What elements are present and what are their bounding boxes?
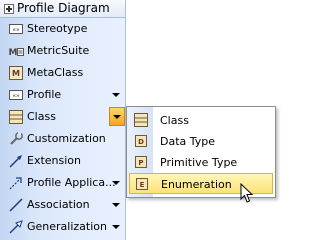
palette-item-stereotype[interactable]: «» Stereotype [0, 18, 125, 40]
class-icon [134, 113, 148, 127]
class-dropdown-button[interactable] [109, 107, 125, 126]
svg-text:P: P [138, 159, 143, 167]
palette-item-profile[interactable]: «» Profile [0, 84, 125, 106]
svg-text:«»: «» [12, 93, 20, 100]
association-icon [9, 198, 23, 212]
menu-item-primitive-type[interactable]: P Primitive Type [129, 152, 273, 173]
palette-item-label: Extension [27, 154, 82, 167]
palette-item-label: Association [27, 198, 90, 211]
palette-item-generalization[interactable]: Generalization [0, 216, 125, 238]
menu-item-class[interactable]: Class [129, 110, 273, 131]
svg-text:E: E [140, 181, 145, 189]
class-icon [9, 110, 23, 124]
menu-item-label: Primitive Type [160, 156, 238, 169]
palette-item-label: Profile Applica... [27, 176, 116, 189]
palette-item-label: Class [27, 110, 56, 123]
profile-application-icon [9, 177, 22, 190]
metaclass-icon: M [9, 66, 23, 80]
menu-item-label: Data Type [160, 135, 216, 148]
palette-title: Profile Diagram [17, 1, 110, 15]
primitive-type-icon: P [135, 156, 147, 168]
palette-panel: Profile Diagram «» Stereotype M MetricSu… [0, 0, 126, 240]
enumeration-icon: E [136, 178, 148, 190]
chevron-down-icon[interactable] [112, 225, 120, 229]
chevron-down-icon[interactable] [112, 181, 120, 185]
svg-text:D: D [138, 138, 144, 146]
expand-icon[interactable] [4, 4, 14, 14]
svg-text:M: M [12, 69, 20, 78]
menu-item-data-type[interactable]: D Data Type [129, 131, 273, 152]
palette-item-association[interactable]: Association [0, 194, 125, 216]
menu-item-label: Class [160, 114, 189, 127]
palette-item-class[interactable]: Class [0, 106, 125, 128]
profile-icon: «» [9, 90, 23, 100]
palette-item-profile-application[interactable]: Profile Applica... [0, 172, 125, 194]
palette-item-metaclass[interactable]: M MetaClass [0, 62, 125, 84]
metric-suite-icon: M [9, 48, 24, 58]
palette-item-label: Generalization [27, 220, 107, 233]
palette-item-metricsuite[interactable]: M MetricSuite [0, 40, 125, 62]
menu-item-label: Enumeration [161, 178, 232, 191]
palette-item-label: Stereotype [27, 22, 88, 35]
chevron-down-icon[interactable] [112, 203, 120, 207]
chevron-down-icon[interactable] [112, 93, 120, 97]
palette-item-extension[interactable]: Extension [0, 150, 125, 172]
palette-item-label: MetaClass [27, 66, 84, 79]
generalization-icon [9, 220, 23, 234]
extension-icon [9, 155, 22, 168]
svg-text:«»: «» [12, 27, 20, 34]
svg-text:M: M [9, 48, 18, 58]
palette-item-label: Customization [27, 132, 106, 145]
palette-header[interactable]: Profile Diagram [0, 0, 125, 18]
mouse-cursor-icon [240, 183, 254, 203]
palette-item-customization[interactable]: Customization [0, 128, 125, 150]
palette-item-label: Profile [27, 88, 62, 101]
customization-icon [10, 132, 23, 145]
data-type-icon: D [135, 135, 147, 147]
stereotype-icon: «» [9, 24, 23, 34]
palette-item-label: MetricSuite [27, 44, 90, 57]
